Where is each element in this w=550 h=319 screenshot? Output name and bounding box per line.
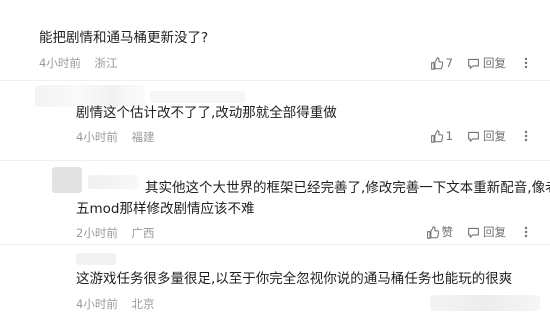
comment-location: 浙江 [94,56,118,70]
like-button[interactable]: 赞 [426,224,454,240]
thumbs-up-icon [426,225,439,239]
comment-text-line-1: 其实他这个大世界的框架已经完善了,修改完善一下文本重新配音,像老滚 [145,180,550,196]
comment-1: 能把剧情和通马桶更新没了? 4小时前 浙江 7 回复 [0,0,550,78]
more-button[interactable] [520,57,532,69]
avatar-blurred [52,167,82,193]
reply-button[interactable]: 回复 [467,55,506,71]
comment-time: 4小时前 [76,130,118,144]
comment-meta: 4小时前 北京 [76,296,164,312]
more-icon [524,226,528,238]
comment-2: 剧情这个估计改不了了,改动那就全部得重做 4小时前 福建 1 回复 [0,81,550,159]
like-count: 1 [445,129,453,143]
comment-meta: 4小时前 福建 [76,129,164,145]
like-button[interactable]: 1 [430,129,453,143]
reply-label: 回复 [483,225,506,239]
more-icon [524,130,528,142]
comment-actions: 7 回复 [416,55,532,71]
comment-text: 这游戏任务很多量很足,以至于你完全忽视你说的通马桶任务也能玩的很爽 [76,271,513,287]
comment-text-line-2: 五mod那样修改剧情应该不难 [76,201,255,217]
username-blurred [76,253,116,265]
comment-meta: 4小时前 浙江 [39,55,127,71]
thumbs-up-icon [430,56,443,70]
username-blurred [150,91,245,103]
like-button[interactable]: 7 [430,56,453,70]
like-count: 7 [445,56,453,70]
like-label: 赞 [441,225,454,239]
comment-time: 4小时前 [76,297,118,311]
username-blurred [88,175,138,189]
comment-time: 4小时前 [39,56,81,70]
chat-bubble-icon [468,227,479,238]
reply-label: 回复 [483,129,506,143]
comment-location: 北京 [131,297,155,311]
comment-4: 这游戏任务很多量很足,以至于你完全忽视你说的通马桶任务也能玩的很爽 4小时前 北… [0,245,550,319]
reply-button[interactable]: 回复 [467,128,506,144]
chat-bubble-icon [468,58,479,69]
more-button[interactable] [520,226,532,238]
reply-label: 回复 [483,56,506,70]
comment-location: 福建 [131,130,155,144]
comment-text: 剧情这个估计改不了了,改动那就全部得重做 [76,105,337,121]
comment-location: 广西 [131,226,155,240]
more-icon [524,57,528,69]
more-button[interactable] [520,130,532,142]
comment-actions: 赞 回复 [412,224,533,240]
chat-bubble-icon [468,131,479,142]
comment-meta: 2小时前 广西 [76,225,164,241]
comment-time: 2小时前 [76,226,118,240]
comment-actions: 1 回复 [416,128,532,144]
comment-3: 其实他这个大世界的框架已经完善了,修改完善一下文本重新配音,像老滚 五mod那样… [0,161,550,243]
watermark-blurred [430,295,540,311]
comment-text: 能把剧情和通马桶更新没了? [39,30,209,46]
thumbs-up-icon [430,129,443,143]
reply-button[interactable]: 回复 [467,224,506,240]
